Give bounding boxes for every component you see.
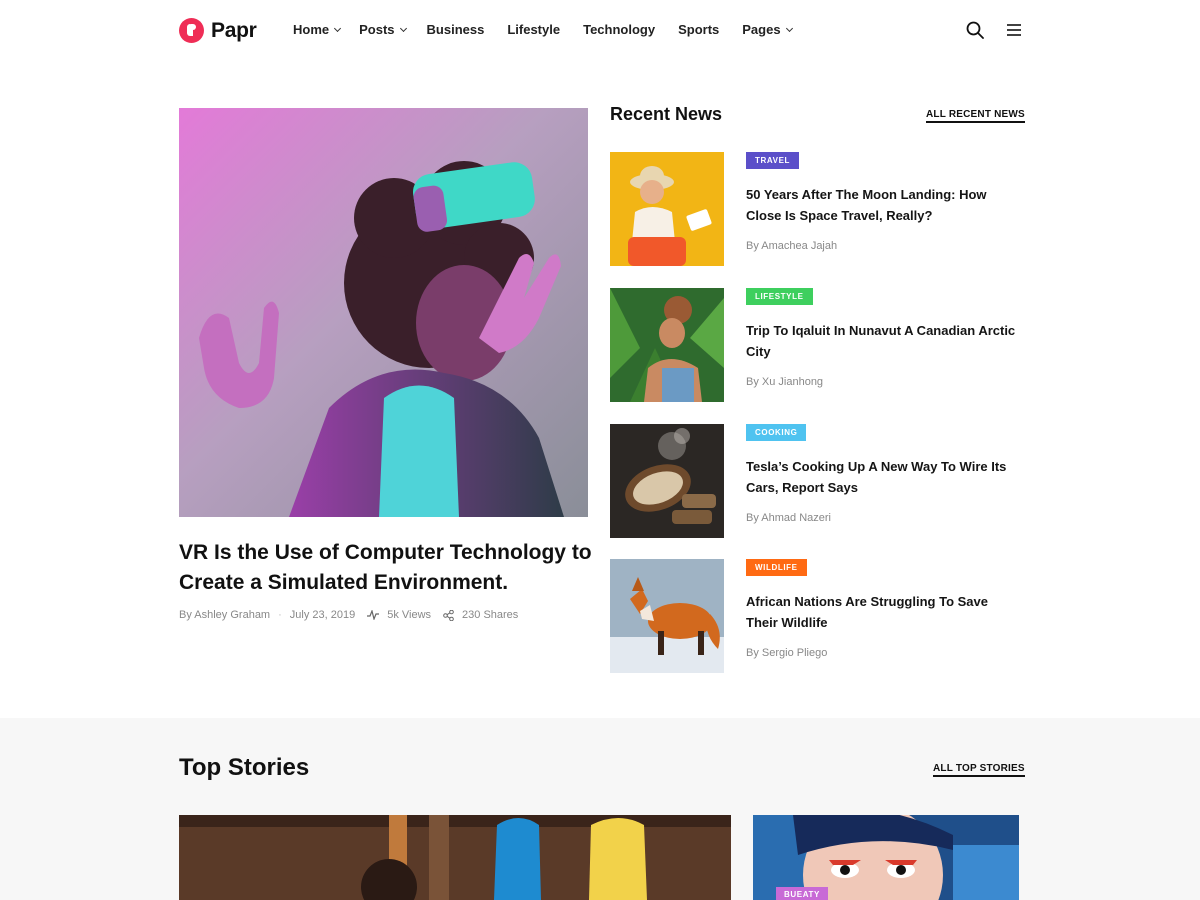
lifestyle-photo xyxy=(610,288,724,402)
hero-shares: 230 Shares xyxy=(462,609,519,621)
top-stories-heading: Top Stories xyxy=(179,754,310,781)
main-nav: Home Posts Business Lifestyle Technology… xyxy=(293,22,793,37)
news-author-travel[interactable]: By Amachea Jajah xyxy=(746,240,837,252)
category-badge-wildlife[interactable]: WILDLIFE xyxy=(746,559,807,576)
news-thumb-lifestyle[interactable] xyxy=(610,288,724,402)
nav-label: Posts xyxy=(359,22,395,37)
news-author-wildlife[interactable]: By Sergio Pliego xyxy=(746,647,827,659)
travel-photo xyxy=(610,152,724,266)
news-author-lifestyle[interactable]: By Xu Jianhong xyxy=(746,376,823,388)
category-badge-travel[interactable]: TRAVEL xyxy=(746,152,800,169)
news-author-cooking[interactable]: By Ahmad Nazeri xyxy=(746,512,831,524)
nav-item-lifestyle[interactable]: Lifestyle xyxy=(507,22,560,37)
site-header: Papr Home Posts Business Lifestyle Techn… xyxy=(0,0,1200,62)
nav-item-technology[interactable]: Technology xyxy=(583,22,655,37)
meta-separator: · xyxy=(278,609,282,621)
hero-meta: By Ashley Graham · July 23, 2019 5k View… xyxy=(179,609,518,621)
logo-mark-icon xyxy=(179,18,204,43)
hero-image[interactable] xyxy=(179,108,588,517)
recent-news-heading: Recent News xyxy=(610,104,723,124)
chevron-down-icon xyxy=(334,24,342,32)
cooking-photo xyxy=(610,424,724,538)
news-title-travel[interactable]: 50 Years After The Moon Landing: How Clo… xyxy=(746,184,1021,226)
share-icon xyxy=(443,609,454,621)
search-icon[interactable] xyxy=(966,21,984,39)
nav-label: Technology xyxy=(583,22,656,37)
category-badge-lifestyle[interactable]: LIFESTYLE xyxy=(746,288,813,305)
news-item-travel: TRAVEL 50 Years After The Moon Landing: … xyxy=(610,152,1020,266)
logo[interactable]: Papr xyxy=(179,18,257,43)
nav-item-home[interactable]: Home xyxy=(293,22,342,37)
nav-label: Sports xyxy=(678,22,720,37)
news-title-wildlife[interactable]: African Nations Are Struggling To Save T… xyxy=(746,591,1021,633)
wildlife-photo xyxy=(610,559,724,673)
activity-icon xyxy=(367,610,380,620)
news-title-cooking[interactable]: Tesla’s Cooking Up A New Way To Wire Its… xyxy=(746,456,1021,498)
hero-photo-vr xyxy=(179,108,588,517)
top-story-image-main[interactable] xyxy=(179,815,731,900)
all-recent-news-link[interactable]: ALL RECENT NEWS xyxy=(926,109,1025,123)
category-badge-beauty[interactable]: BUEATY xyxy=(776,887,828,900)
nav-item-pages[interactable]: Pages xyxy=(742,22,793,37)
menu-icon[interactable] xyxy=(1005,21,1023,39)
header-actions xyxy=(966,21,1023,39)
news-thumb-wildlife[interactable] xyxy=(610,559,724,673)
nav-item-posts[interactable]: Posts xyxy=(359,22,407,37)
category-badge-cooking[interactable]: COOKING xyxy=(746,424,807,441)
nav-label: Home xyxy=(293,22,330,37)
nav-label: Pages xyxy=(742,22,781,37)
hero-date: July 23, 2019 xyxy=(289,609,356,621)
hero-author[interactable]: By Ashley Graham xyxy=(179,609,270,621)
news-item-cooking: COOKING Tesla’s Cooking Up A New Way To … xyxy=(610,424,1020,538)
all-top-stories-link[interactable]: ALL TOP STORIES xyxy=(933,763,1025,777)
nav-label: Business xyxy=(426,22,485,37)
chevron-down-icon xyxy=(785,24,793,32)
news-item-wildlife: WILDLIFE African Nations Are Struggling … xyxy=(610,559,1020,673)
logo-text: Papr xyxy=(211,18,257,42)
news-item-lifestyle: LIFESTYLE Trip To Iqaluit In Nunavut A C… xyxy=(610,288,1020,402)
nav-item-business[interactable]: Business xyxy=(427,22,485,37)
nav-label: Lifestyle xyxy=(507,22,561,37)
news-thumb-cooking[interactable] xyxy=(610,424,724,538)
surfboards-photo xyxy=(179,815,731,900)
news-thumb-travel[interactable] xyxy=(610,152,724,266)
nav-item-sports[interactable]: Sports xyxy=(678,22,719,37)
news-title-lifestyle[interactable]: Trip To Iqaluit In Nunavut A Canadian Ar… xyxy=(746,320,1021,362)
hero-title[interactable]: VR Is the Use of Computer Technology to … xyxy=(179,538,599,598)
hero-views: 5k Views xyxy=(387,609,432,621)
chevron-down-icon xyxy=(399,24,407,32)
